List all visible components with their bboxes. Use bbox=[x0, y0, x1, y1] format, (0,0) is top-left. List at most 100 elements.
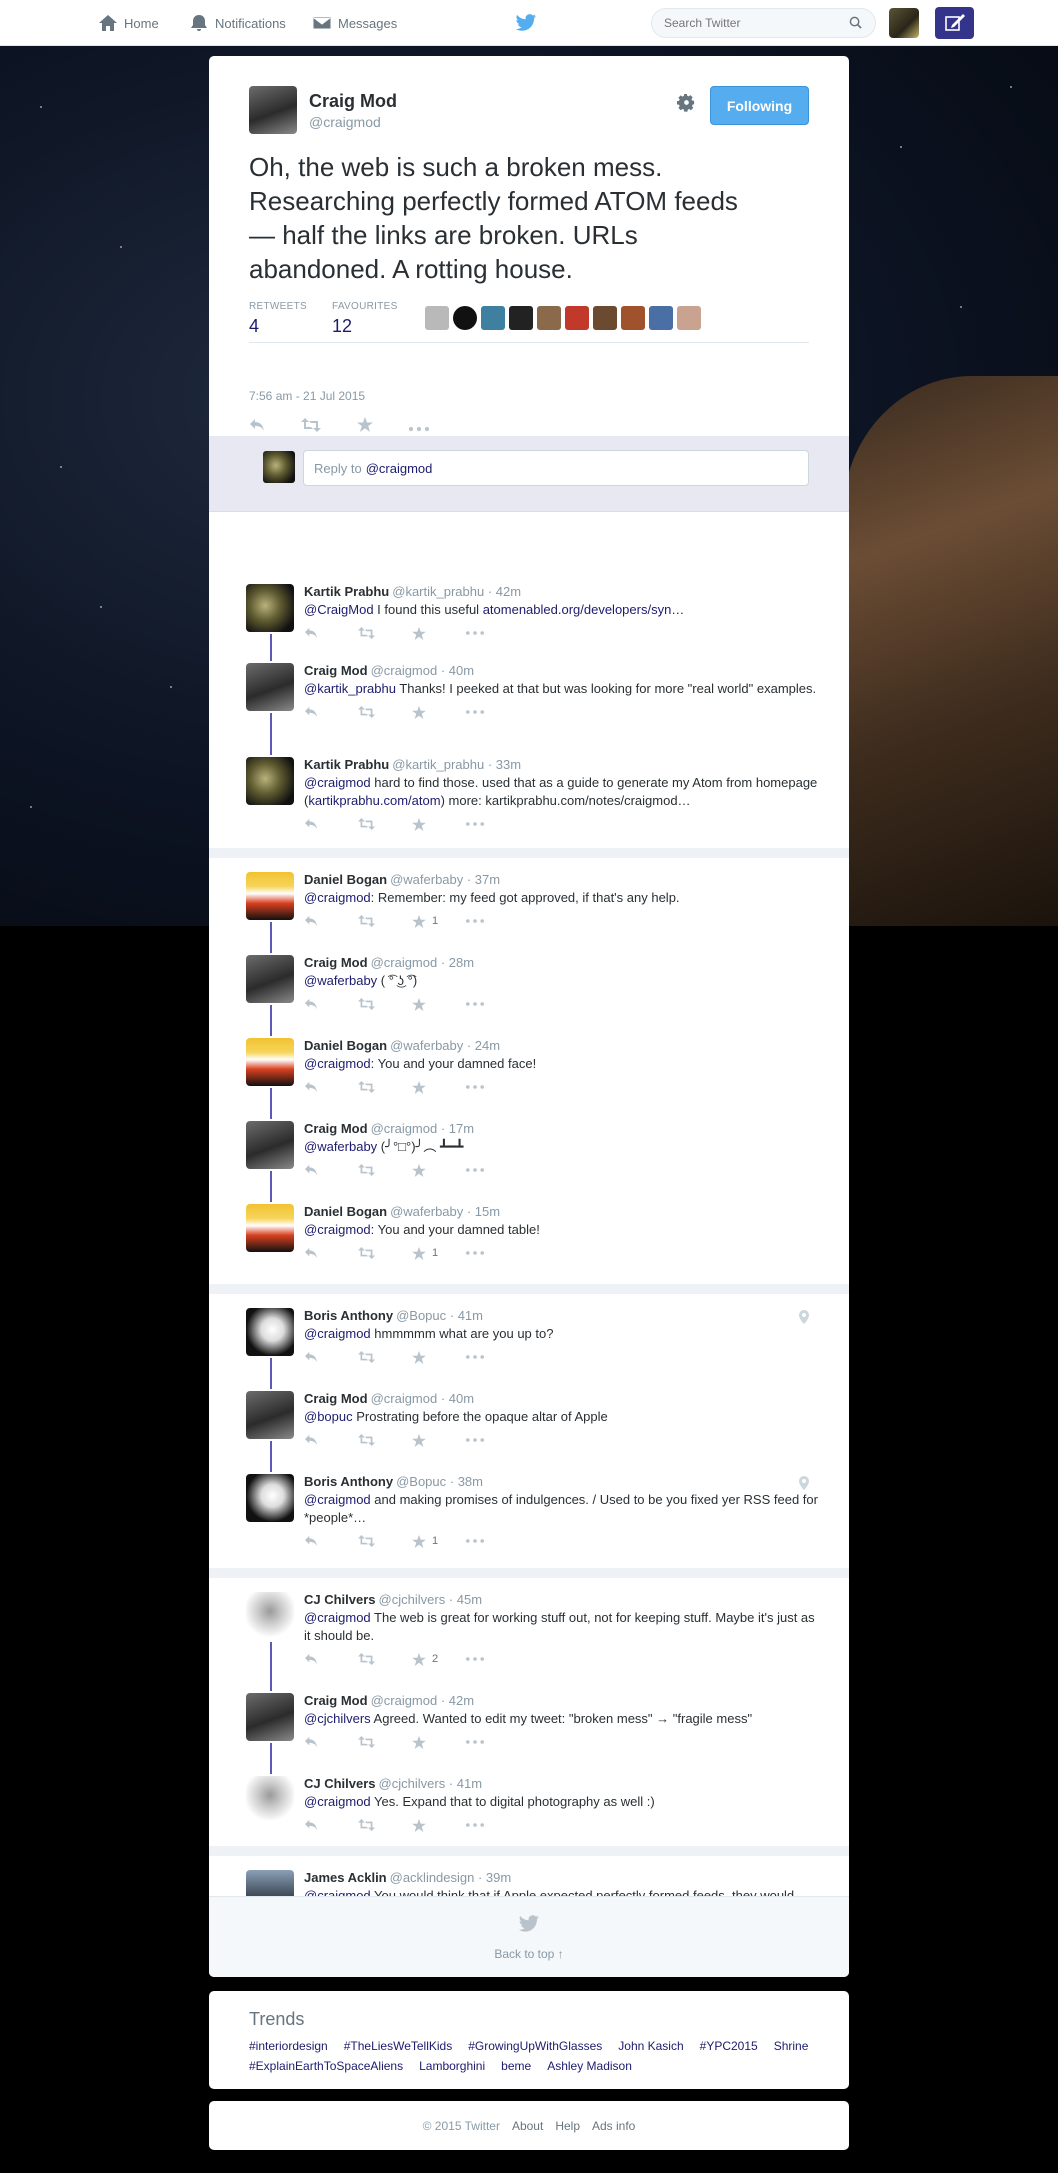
author-name[interactable]: Boris Anthony bbox=[304, 1474, 393, 1489]
mention-link[interactable]: @craigmod bbox=[304, 775, 371, 790]
more-button[interactable] bbox=[466, 1355, 520, 1359]
author-name[interactable]: CJ Chilvers bbox=[304, 1776, 376, 1791]
twitter-bird-icon[interactable] bbox=[515, 13, 537, 33]
gear-icon[interactable] bbox=[677, 93, 696, 112]
retweet-button[interactable] bbox=[358, 1164, 412, 1176]
favoriter-avatar[interactable] bbox=[593, 306, 617, 330]
footer-about-link[interactable]: About bbox=[512, 2119, 543, 2133]
author-name[interactable]: CJ Chilvers bbox=[304, 1592, 376, 1607]
avatar[interactable] bbox=[246, 757, 294, 805]
mention-link[interactable]: @craigmod bbox=[304, 1056, 371, 1071]
retweet-button[interactable] bbox=[358, 998, 412, 1010]
tweet-meta[interactable]: @craigmod · 40m bbox=[371, 1391, 475, 1406]
nav-home[interactable]: Home bbox=[98, 14, 159, 32]
author-name[interactable]: Daniel Bogan bbox=[304, 1038, 387, 1053]
more-button[interactable] bbox=[466, 1085, 520, 1089]
mention-link[interactable]: @craigmod bbox=[304, 1794, 371, 1809]
reply-button[interactable] bbox=[304, 818, 358, 830]
avatar[interactable] bbox=[246, 1038, 294, 1086]
mention-link[interactable]: @CraigMod bbox=[304, 602, 374, 617]
tweet-meta[interactable]: @kartik_prabhu · 33m bbox=[392, 757, 521, 772]
tweet-timestamp[interactable]: 7:56 am - 21 Jul 2015 bbox=[249, 389, 365, 403]
favoriter-avatar[interactable] bbox=[621, 306, 645, 330]
retweet-button[interactable] bbox=[358, 1434, 412, 1446]
retweet-button[interactable] bbox=[358, 1351, 412, 1363]
avatar[interactable] bbox=[246, 1474, 294, 1522]
retweet-button[interactable] bbox=[358, 1819, 412, 1831]
favoriter-avatar[interactable] bbox=[649, 306, 673, 330]
location-pin-icon[interactable] bbox=[799, 1476, 809, 1490]
mention-link[interactable]: @kartik_prabhu bbox=[304, 681, 396, 696]
retweet-button[interactable] bbox=[358, 1653, 412, 1665]
favorite-button[interactable]: 1 bbox=[412, 1534, 466, 1548]
reply-button[interactable] bbox=[304, 1164, 358, 1176]
more-button[interactable] bbox=[466, 1251, 520, 1255]
more-button[interactable] bbox=[466, 1657, 520, 1661]
mention-link[interactable]: @cjchilvers bbox=[304, 1711, 371, 1726]
tweet-meta[interactable]: @craigmod · 40m bbox=[371, 663, 475, 678]
trend-item[interactable]: #interiordesign bbox=[249, 2038, 328, 2054]
avatar[interactable] bbox=[246, 1308, 294, 1356]
trend-item[interactable]: #YPC2015 bbox=[700, 2038, 758, 2054]
reply-button[interactable] bbox=[304, 998, 358, 1010]
author-name[interactable]: Craig Mod bbox=[304, 663, 368, 678]
reply-button[interactable] bbox=[304, 1736, 358, 1748]
author-handle[interactable]: @craigmod bbox=[309, 114, 397, 130]
tweet-meta[interactable]: @craigmod · 17m bbox=[371, 1121, 475, 1136]
more-button[interactable] bbox=[466, 631, 520, 635]
trend-item[interactable]: Shrine bbox=[774, 2038, 809, 2054]
retweet-button[interactable] bbox=[358, 706, 412, 718]
tweet-meta[interactable]: @kartik_prabhu · 42m bbox=[392, 584, 521, 599]
retweet-button[interactable] bbox=[358, 1247, 412, 1259]
tweet-meta[interactable]: @craigmod · 42m bbox=[371, 1693, 475, 1708]
avatar[interactable] bbox=[246, 1121, 294, 1169]
author-name[interactable]: Craig Mod bbox=[304, 1693, 368, 1708]
author-name[interactable]: Boris Anthony bbox=[304, 1308, 393, 1323]
avatar[interactable] bbox=[246, 872, 294, 920]
avatar[interactable] bbox=[246, 1693, 294, 1741]
nav-messages[interactable]: Messages bbox=[312, 14, 397, 32]
reply-button[interactable] bbox=[304, 915, 358, 927]
url-link[interactable]: kartikprabhu.com/atom bbox=[308, 793, 440, 808]
favorite-button[interactable] bbox=[412, 626, 466, 640]
avatar[interactable] bbox=[246, 1204, 294, 1252]
footer-help-link[interactable]: Help bbox=[555, 2119, 580, 2133]
author-name[interactable]: Kartik Prabhu bbox=[304, 757, 389, 772]
favorite-button[interactable] bbox=[412, 1818, 466, 1832]
more-button[interactable] bbox=[466, 710, 520, 714]
retweet-button[interactable] bbox=[301, 417, 321, 435]
retweet-button[interactable] bbox=[358, 1736, 412, 1748]
reply-input[interactable]: Reply to @craigmod bbox=[303, 450, 809, 486]
favoriter-avatar[interactable] bbox=[425, 306, 449, 330]
reply-button[interactable] bbox=[304, 1247, 358, 1259]
favorite-button[interactable] bbox=[412, 1433, 466, 1447]
mention-link[interactable]: @waferbaby bbox=[304, 1139, 377, 1154]
tweet-meta[interactable]: @acklindesign · 39m bbox=[390, 1870, 512, 1885]
reply-button[interactable] bbox=[304, 627, 358, 639]
trend-item[interactable]: #GrowingUpWithGlasses bbox=[468, 2038, 602, 2054]
more-button[interactable] bbox=[466, 919, 520, 923]
reply-button[interactable] bbox=[304, 706, 358, 718]
favorite-button[interactable] bbox=[412, 1080, 466, 1094]
avatar[interactable] bbox=[246, 663, 294, 711]
trend-item[interactable]: John Kasich bbox=[618, 2038, 683, 2054]
trend-item[interactable]: beme bbox=[501, 2058, 531, 2074]
more-button[interactable] bbox=[466, 1539, 520, 1543]
favorite-button[interactable]: 1 bbox=[412, 914, 466, 928]
favoriter-avatar[interactable] bbox=[537, 306, 561, 330]
favoriter-avatar[interactable] bbox=[565, 306, 589, 330]
more-button[interactable] bbox=[466, 822, 520, 826]
more-button[interactable] bbox=[409, 419, 429, 434]
back-to-top-link[interactable]: Back to top ↑ bbox=[209, 1947, 849, 1961]
avatar[interactable] bbox=[249, 86, 297, 134]
author-name[interactable]: Craig Mod bbox=[304, 1121, 368, 1136]
trend-item[interactable]: #TheLiesWeTellKids bbox=[344, 2038, 453, 2054]
reply-button[interactable] bbox=[304, 1434, 358, 1446]
mention-link[interactable]: @bopuc bbox=[304, 1409, 353, 1424]
author-name[interactable]: Craig Mod bbox=[304, 955, 368, 970]
reply-button[interactable] bbox=[249, 418, 265, 435]
favorite-button[interactable]: 1 bbox=[412, 1246, 466, 1260]
reply-button[interactable] bbox=[304, 1351, 358, 1363]
reply-button[interactable] bbox=[304, 1653, 358, 1665]
more-button[interactable] bbox=[466, 1168, 520, 1172]
